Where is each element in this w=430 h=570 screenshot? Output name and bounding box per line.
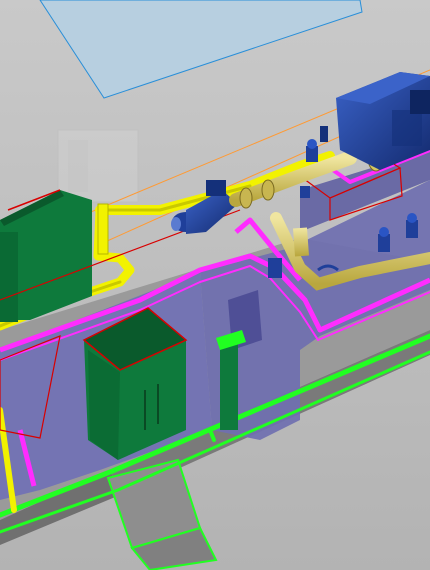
ghost-object	[57, 129, 139, 203]
green-post[interactable]	[220, 340, 238, 430]
valve-stem	[320, 126, 328, 142]
model-viewport[interactable]	[0, 0, 430, 570]
yellow-riser[interactable]	[97, 203, 109, 255]
model-canvas[interactable]	[0, 0, 430, 570]
valve-icon[interactable]	[306, 139, 318, 162]
valve-icon[interactable]	[378, 227, 390, 252]
valve-icon[interactable]	[406, 213, 418, 238]
